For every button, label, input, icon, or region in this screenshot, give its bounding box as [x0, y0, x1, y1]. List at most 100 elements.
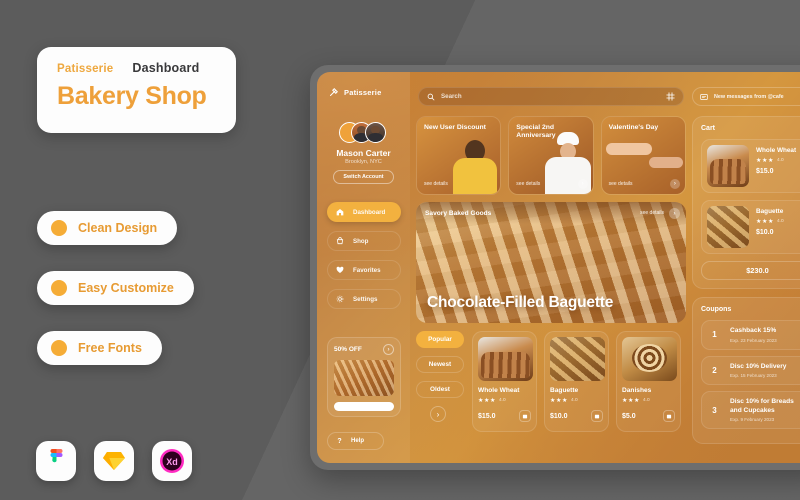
- product-image: [622, 337, 677, 381]
- dashboard-device-frame: Patisserie Mason Carter Brooklyn, NYC Sw…: [310, 65, 800, 470]
- right-panel: Cart Whole Wheat ★★★ 4.0 $15.0 Baguette …: [692, 116, 800, 445]
- chevron-right-icon[interactable]: ›: [669, 179, 680, 189]
- star-icons: ★★★: [550, 398, 568, 404]
- main-content: New User Discount see details Special 2n…: [416, 116, 686, 432]
- sidebar-item-shop[interactable]: Shop: [327, 231, 401, 251]
- sidebar: Patisserie Mason Carter Brooklyn, NYC Sw…: [317, 72, 410, 463]
- product-price: $5.0: [622, 412, 636, 420]
- chevron-right-icon[interactable]: ›: [383, 344, 394, 355]
- cart-title: Cart: [701, 125, 716, 132]
- promo-card-valentines-day[interactable]: Valentine's Day see details ›: [600, 116, 686, 195]
- cart-item-whole-wheat[interactable]: Whole Wheat ★★★ 4.0 $15.0: [701, 139, 800, 193]
- sidebar-item-settings[interactable]: Settings: [327, 289, 401, 309]
- help-button[interactable]: ? Help: [327, 432, 384, 450]
- promo-card-details-link[interactable]: see details: [424, 181, 448, 187]
- promo-card-details-link[interactable]: see details: [516, 181, 540, 187]
- search-placeholder: Search: [441, 93, 462, 100]
- coupons-panel: Coupons 1 Cashback 15% Exp. 23 February …: [692, 297, 800, 445]
- product-price: $10.0: [550, 412, 568, 420]
- feature-badge-free-fonts: Free Fonts: [37, 331, 162, 365]
- sidebar-promo-card[interactable]: 50% OFF ›: [327, 337, 401, 417]
- coupon-expiry: Exp. 15 February 2023: [730, 373, 777, 379]
- rating-value: 4.0: [642, 398, 650, 403]
- cart-item-baguette[interactable]: Baguette ★★★ 4.0 $10.0: [701, 200, 800, 254]
- promo-action-bar[interactable]: [334, 402, 394, 411]
- next-page-button[interactable]: ›: [430, 406, 446, 422]
- coupon-expiry: Exp. 9 February 2023: [730, 417, 775, 423]
- rating-value: 4.0: [776, 158, 784, 163]
- add-to-cart-button[interactable]: [663, 410, 675, 422]
- coupon-expiry: Exp. 23 February 2023: [730, 337, 777, 343]
- product-grid: Whole Wheat ★★★ 4.0 $15.0 Baguette ★★★ 4…: [472, 331, 681, 432]
- search-input[interactable]: Search: [418, 87, 684, 106]
- sidebar-label: Favorites: [353, 266, 381, 274]
- brand: Patisserie: [329, 88, 381, 97]
- shop-icon: [333, 235, 346, 248]
- cart-item-image: [707, 145, 749, 187]
- switch-account-button[interactable]: Switch Account: [333, 170, 394, 184]
- rating-value: 4.0: [498, 398, 506, 403]
- hero-header: Savory Baked Goods see details ›: [416, 202, 686, 224]
- tab-newest[interactable]: Newest: [416, 356, 464, 373]
- feature-badge-easy-customize: Easy Customize: [37, 271, 194, 305]
- sidebar-item-dashboard[interactable]: Dashboard: [327, 202, 401, 222]
- heart-icon: [333, 264, 346, 277]
- promo-card-title: Valentine's Day: [608, 124, 659, 131]
- hero-details-link[interactable]: see details: [640, 210, 664, 216]
- hero-kicker: Savory Baked Goods: [425, 209, 492, 217]
- products-section: Popular Newest Oldest › Whole Wheat ★★★ …: [416, 331, 686, 432]
- tab-popular[interactable]: Popular: [416, 331, 464, 348]
- promo-card-row: New User Discount see details Special 2n…: [416, 116, 686, 195]
- add-to-cart-button[interactable]: [519, 410, 531, 422]
- sidebar-item-favorites[interactable]: Favorites: [327, 260, 401, 280]
- promo-card-details-link[interactable]: see details: [609, 181, 633, 187]
- figma-icon: [36, 441, 76, 481]
- product-card-whole-wheat[interactable]: Whole Wheat ★★★ 4.0 $15.0: [472, 331, 537, 432]
- notification-pill[interactable]: New messages from @cafe: [692, 87, 800, 106]
- product-filter-tabs: Popular Newest Oldest ›: [416, 331, 464, 432]
- add-to-cart-button[interactable]: [591, 410, 603, 422]
- hero-banner[interactable]: Savory Baked Goods see details › Chocola…: [416, 202, 686, 323]
- coupon-item-1[interactable]: 1 Cashback 15% Exp. 23 February 2023: [701, 320, 800, 350]
- profile-location: Brooklyn, NYC: [345, 159, 382, 165]
- product-card-baguette[interactable]: Baguette ★★★ 4.0 $10.0: [544, 331, 609, 432]
- promo-discount-label: 50% OFF: [334, 346, 362, 353]
- dashboard-screen: Patisserie Mason Carter Brooklyn, NYC Sw…: [317, 72, 800, 463]
- star-icons: ★★★: [622, 398, 640, 404]
- cart-item-image: [707, 206, 749, 248]
- chevron-right-icon[interactable]: ›: [669, 207, 680, 219]
- help-label: Help: [351, 438, 365, 444]
- avatar-group[interactable]: [339, 122, 391, 144]
- chevron-right-icon[interactable]: ›: [577, 179, 588, 189]
- profile-name: Mason Carter: [336, 148, 391, 158]
- rating-value: 4.0: [776, 219, 784, 224]
- feature-label: Clean Design: [78, 221, 158, 235]
- bullet-dot-icon: [51, 280, 67, 296]
- cart-total[interactable]: $230.0: [701, 261, 800, 280]
- coupon-number: 3: [712, 405, 717, 415]
- whisk-icon: [329, 88, 338, 97]
- svg-text:Xd: Xd: [166, 457, 178, 467]
- sidebar-label: Shop: [353, 237, 369, 245]
- sketch-icon: [94, 441, 134, 481]
- adobe-xd-icon: Xd: [152, 441, 192, 481]
- coupon-item-2[interactable]: 2 Disc 10% Delivery Exp. 15 February 202…: [701, 355, 800, 386]
- question-icon: ?: [337, 437, 342, 445]
- gear-icon: [333, 293, 346, 306]
- promo-card-anniversary[interactable]: Special 2nd Anniversary see details ›: [508, 116, 594, 195]
- product-card-danishes[interactable]: Danishes ★★★ 4.0 $5.0: [616, 331, 681, 432]
- grid-icon[interactable]: [666, 92, 675, 101]
- feature-label: Free Fonts: [78, 341, 142, 355]
- notification-text: New messages from @cafe: [714, 93, 784, 100]
- product-rating: ★★★ 4.0: [550, 397, 603, 404]
- product-rating: ★★★ 4.0: [622, 397, 675, 404]
- coupon-title: Disc 10% Delivery: [730, 362, 787, 370]
- promo-card-new-user-discount[interactable]: New User Discount see details: [416, 116, 502, 195]
- title-kickers: Patisserie Dashboard: [57, 61, 236, 75]
- tab-oldest[interactable]: Oldest: [416, 381, 464, 398]
- bullet-dot-icon: [51, 340, 67, 356]
- product-rating: ★★★ 4.0: [478, 397, 531, 404]
- cart-item-price: $10.0: [756, 229, 774, 236]
- sidebar-label: Dashboard: [353, 208, 386, 216]
- coupon-item-3[interactable]: 3 Disc 10% for Breads and Cupcakes Exp. …: [701, 391, 800, 430]
